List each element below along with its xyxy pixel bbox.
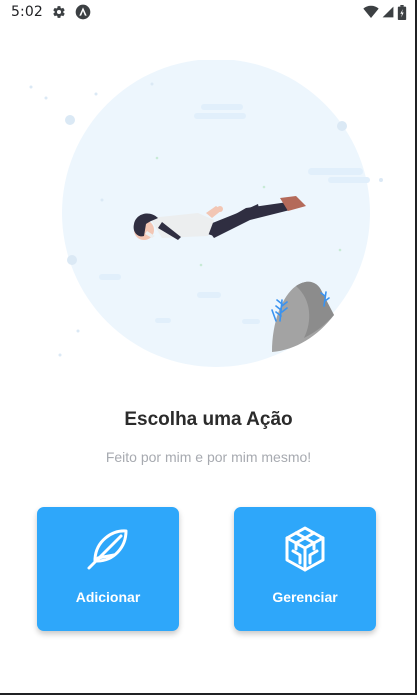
add-button-label: Adicionar <box>75 589 141 605</box>
manage-button[interactable]: Gerenciar <box>234 507 376 631</box>
cube-icon <box>285 526 325 572</box>
status-bar: 5:02 <box>0 0 417 24</box>
status-right <box>363 4 407 20</box>
accessibility-icon <box>75 4 91 20</box>
wifi-icon <box>363 5 379 18</box>
gear-icon <box>53 6 65 18</box>
add-button[interactable]: Adicionar <box>37 507 179 631</box>
status-time: 5:02 <box>11 4 43 20</box>
page-subtitle: Feito por mim e por mim mesmo! <box>105 449 312 465</box>
page-title: Escolha uma Ação <box>124 409 293 430</box>
signal-icon <box>382 6 394 18</box>
manage-button-label: Gerenciar <box>272 589 338 605</box>
feather-icon <box>87 529 128 570</box>
status-left: 5:02 <box>11 4 91 20</box>
man-flying-illustration <box>29 60 383 367</box>
battery-icon <box>397 4 407 20</box>
